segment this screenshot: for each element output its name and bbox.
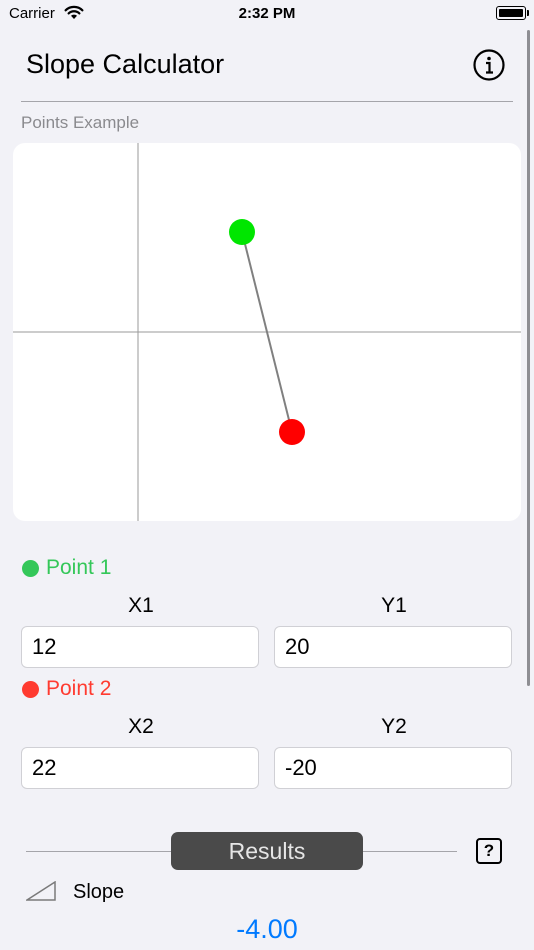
y2-input[interactable]: -20 xyxy=(274,747,512,789)
header-divider xyxy=(21,101,513,102)
point1-label-text: Point 1 xyxy=(46,556,112,579)
x2-header: X2 xyxy=(128,715,154,738)
help-button[interactable]: ? xyxy=(476,838,502,864)
info-icon[interactable] xyxy=(472,48,506,82)
slope-value: -4.00 xyxy=(236,914,298,944)
scroll-indicator[interactable] xyxy=(527,30,530,686)
results-divider-right xyxy=(362,851,457,852)
point2-dot-icon xyxy=(22,680,39,698)
status-time: 2:32 PM xyxy=(238,5,296,22)
page-title: Slope Calculator xyxy=(26,49,225,79)
y1-header: Y1 xyxy=(381,594,407,617)
point1-label: Point 1 xyxy=(22,556,111,580)
y1-input[interactable]: 20 xyxy=(274,626,512,668)
slope-label: Slope xyxy=(73,881,125,903)
x2-input[interactable]: 22 xyxy=(21,747,259,789)
point2-marker xyxy=(279,419,305,445)
point1-marker xyxy=(229,219,255,245)
x1-header: X1 xyxy=(128,594,154,617)
point2-label: Point 2 xyxy=(22,677,111,701)
y2-header: Y2 xyxy=(381,715,407,738)
point1-dot-icon xyxy=(22,559,39,577)
graph-canvas xyxy=(13,143,521,521)
point2-label-text: Point 2 xyxy=(46,677,112,700)
slope-icon xyxy=(26,881,56,901)
results-button[interactable]: Results xyxy=(171,832,363,870)
section-label: Points Example xyxy=(21,113,140,132)
battery-icon xyxy=(496,6,529,20)
points-graph xyxy=(13,143,521,521)
results-divider-left xyxy=(26,851,172,852)
x1-input[interactable]: 12 xyxy=(21,626,259,668)
